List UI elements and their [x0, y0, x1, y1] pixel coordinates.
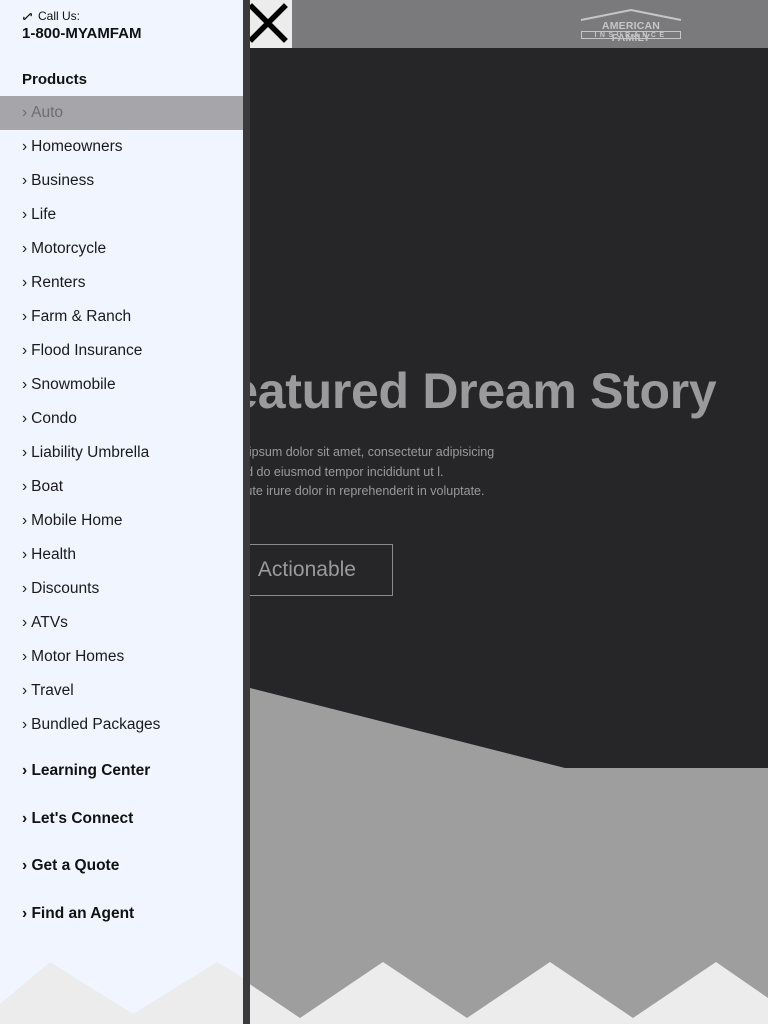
hero-title: Featured Dream Story	[200, 363, 717, 419]
menu-item-label: Renters	[31, 274, 86, 291]
menu-item-label: Snowmobile	[31, 376, 116, 393]
menu-item-farm-ranch[interactable]: › Farm & Ranch	[0, 300, 243, 334]
menu-item-discounts[interactable]: › Discounts	[0, 572, 243, 606]
menu-item-auto[interactable]: › Auto	[0, 96, 243, 130]
call-us-label: Call Us:	[22, 9, 80, 23]
hero-text: Lorem ipsum dolor sit amet, consectetur …	[210, 443, 540, 502]
menu-item-label: Condo	[31, 410, 77, 427]
section-learning-center[interactable]: › Learning Center	[22, 762, 150, 780]
section-get-a-quote[interactable]: › Get a Quote	[22, 857, 119, 875]
chevron-right-icon: ›	[22, 614, 28, 631]
menu-item-bundled-packages[interactable]: › Bundled Packages	[0, 708, 243, 742]
chevron-right-icon: ›	[22, 138, 28, 155]
menu-item-label: Life	[31, 206, 57, 223]
section-label: Learning Center	[31, 762, 151, 779]
hero-text-line: elit, sed do eiusmod tempor incididunt u…	[210, 464, 444, 479]
menu-item-atvs[interactable]: › ATVs	[0, 606, 243, 640]
menu-item-label: Boat	[31, 478, 64, 495]
chevron-right-icon: ›	[22, 342, 28, 359]
hero-text-line: Lorem ipsum dolor sit amet, consectetur …	[210, 445, 495, 459]
menu-item-label: Health	[31, 546, 76, 563]
menu-item-label: Discounts	[31, 580, 100, 597]
menu-item-homeowners[interactable]: › Homeowners	[0, 130, 243, 164]
chevron-right-icon: ›	[22, 682, 28, 699]
section-label: Find an Agent	[31, 905, 135, 922]
phone-number-link[interactable]: 1-800-MYAMFAM	[22, 25, 141, 42]
menu-item-label: Motor Homes	[31, 648, 125, 665]
menu-item-label: Mobile Home	[31, 512, 123, 529]
chevron-right-icon: ›	[22, 648, 28, 665]
menu-item-boat[interactable]: › Boat	[0, 470, 243, 504]
menu-item-label: Auto	[31, 104, 64, 121]
menu-item-label: Liability Umbrella	[31, 444, 150, 461]
chevron-right-icon: ›	[22, 410, 28, 427]
chevron-right-icon: ›	[22, 478, 28, 495]
menu-item-label: Farm & Ranch	[31, 308, 132, 325]
section-lets-connect[interactable]: › Let's Connect	[22, 810, 133, 828]
chevron-right-icon: ›	[22, 376, 28, 393]
menu-item-travel[interactable]: › Travel	[0, 674, 243, 708]
chevron-right-icon: ›	[22, 546, 28, 563]
menu-item-label: ATVs	[31, 614, 68, 631]
menu-item-health[interactable]: › Health	[0, 538, 243, 572]
call-us-text: Call Us:	[38, 9, 81, 23]
section-label: Get a Quote	[31, 857, 120, 874]
chevron-right-icon: ›	[22, 308, 28, 325]
menu-item-business[interactable]: › Business	[0, 164, 243, 198]
products-menu: › Auto › Homeowners › Business › Life › Motor…	[0, 96, 243, 742]
chevron-right-icon: ›	[22, 274, 28, 291]
hero-text-line: Duis aute irure dolor in reprehenderit i…	[210, 484, 485, 498]
menu-item-mobile-home[interactable]: › Mobile Home	[0, 504, 243, 538]
menu-item-motor-homes[interactable]: › Motor Homes	[0, 640, 243, 674]
chevron-right-icon: ›	[22, 512, 28, 529]
menu-item-motorcycle[interactable]: › Motorcycle	[0, 232, 243, 266]
close-icon	[248, 3, 288, 43]
close-menu-button[interactable]	[245, 0, 292, 48]
chevron-right-icon: ›	[22, 172, 28, 189]
menu-item-life[interactable]: › Life	[0, 198, 243, 232]
drawer-edge	[243, 0, 250, 1024]
chevron-right-icon: ›	[22, 240, 28, 257]
chevron-right-icon: ›	[22, 206, 28, 223]
section-label: Let's Connect	[31, 810, 134, 827]
chevron-right-icon: ›	[22, 104, 28, 121]
menu-item-label: Business	[31, 172, 95, 189]
chevron-right-icon: ›	[22, 444, 28, 461]
menu-item-snowmobile[interactable]: › Snowmobile	[0, 368, 243, 402]
menu-item-liability-umbrella[interactable]: › Liability Umbrella	[0, 436, 243, 470]
section-find-an-agent[interactable]: › Find an Agent	[22, 905, 134, 923]
menu-item-label: Motorcycle	[31, 240, 107, 257]
menu-item-label: Travel	[31, 682, 74, 699]
menu-item-condo[interactable]: › Condo	[0, 402, 243, 436]
menu-item-flood-insurance[interactable]: › Flood Insurance	[0, 334, 243, 368]
menu-item-label: Flood Insurance	[31, 342, 143, 359]
menu-item-renters[interactable]: › Renters	[0, 266, 243, 300]
chevron-right-icon: ›	[22, 716, 28, 733]
chevron-right-icon: ›	[22, 580, 28, 597]
menu-item-label: Homeowners	[31, 138, 123, 155]
products-heading: Products	[22, 71, 88, 88]
menu-item-label: Bundled Packages	[31, 716, 161, 733]
phone-icon	[23, 12, 32, 20]
side-drawer: Call Us: 1-800-MYAMFAM Products › Auto › H…	[0, 0, 243, 1024]
